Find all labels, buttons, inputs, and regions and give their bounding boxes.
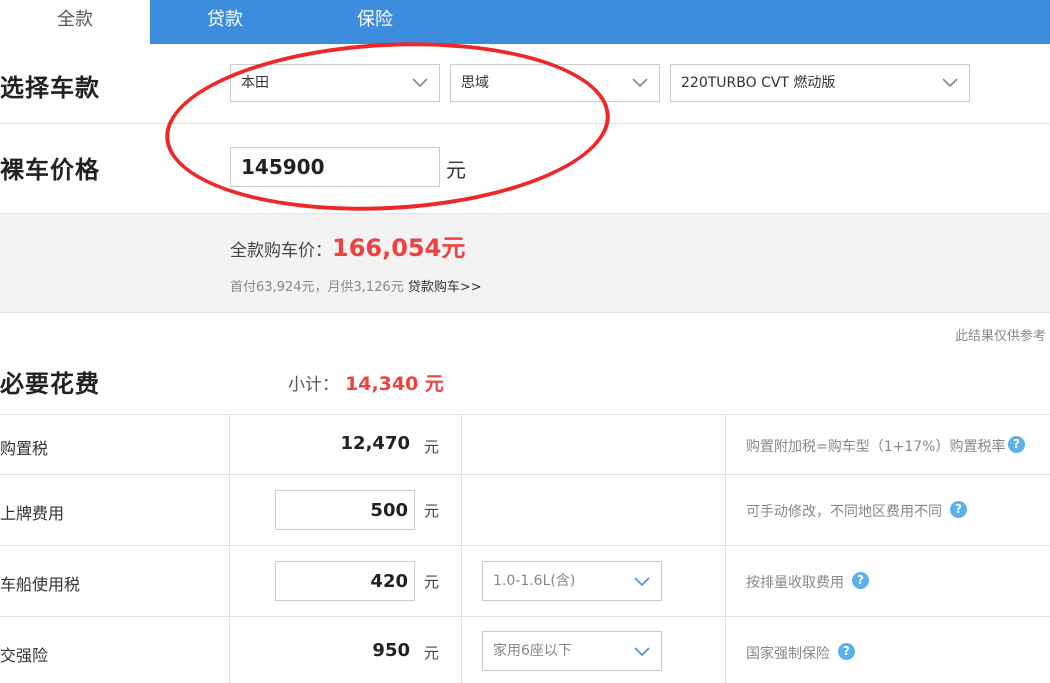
loan-link[interactable]: 贷款购车>> [408,280,482,295]
purchase-tax-unit: 元 [424,438,440,456]
vehicle-tax-input[interactable] [275,561,415,601]
total-price-label: 全款购车价： [230,241,332,261]
select-car-label: 选择车款 [0,74,100,102]
purchase-tax-amount: 12,470 [340,433,410,454]
required-expenses-label: 必要花费 [0,370,100,398]
annotation-circle [160,31,615,222]
seat-type-select[interactable]: 家用6座以下 [482,631,662,671]
compulsory-insurance-note: 国家强制保险 [746,646,830,662]
help-icon[interactable]: ? [852,572,869,589]
compulsory-insurance-label: 交强险 [0,646,49,665]
license-fee-unit: 元 [424,502,440,520]
help-icon[interactable]: ? [1008,436,1025,453]
column-divider [461,414,462,683]
chevron-down-icon [634,577,650,587]
purchase-tax-label: 购置税 [0,439,49,458]
row-divider [0,474,1050,475]
compulsory-insurance-amount: 950 [372,640,410,661]
subtotal: 小计： 14,340 元 [288,369,444,396]
vehicle-tax-label: 车船使用税 [0,575,81,594]
tab-full-payment[interactable]: 全款 [0,0,150,44]
column-divider [725,414,726,683]
column-divider [229,414,230,683]
tab-insurance[interactable]: 保险 [300,0,450,44]
compulsory-insurance-unit: 元 [424,644,440,662]
row-divider [0,545,1050,546]
disclaimer: 此结果仅供参考 [954,329,1046,344]
license-fee-label: 上牌费用 [0,504,65,523]
vehicle-tax-note: 按排量收取费用 [746,575,844,591]
displacement-select[interactable]: 1.0-1.6L(含) [482,561,662,601]
purchase-tax-note: 购置附加税=购车型（1+17%）购置税率 [746,439,1006,455]
subtotal-value: 14,340 元 [345,373,444,395]
seat-type-select-value: 家用6座以下 [493,643,572,659]
model-select[interactable]: 220TURBO CVT 燃动版 [670,64,970,102]
displacement-select-value: 1.0-1.6L(含) [493,573,576,589]
model-select-value: 220TURBO CVT 燃动版 [681,75,836,91]
car-price-label: 裸车价格 [0,156,100,184]
license-fee-note: 可手动修改，不同地区费用不同 [746,504,942,520]
chevron-down-icon [942,78,958,88]
chevron-down-icon [632,78,648,88]
help-icon[interactable]: ? [838,643,855,660]
chevron-down-icon [634,647,650,657]
row-divider [0,616,1050,617]
vehicle-tax-unit: 元 [424,573,440,591]
total-price: 全款购车价：166,054元 [230,233,465,266]
help-icon[interactable]: ? [950,501,967,518]
total-price-value: 166,054元 [332,234,466,262]
row-divider [0,414,1050,415]
license-fee-input[interactable] [275,490,415,530]
payment-detail: 首付63,924元，月供3,126元 贷款购车>> [230,276,482,295]
payment-detail-text: 首付63,924元，月供3,126元 [230,280,404,295]
subtotal-label: 小计： [288,375,339,395]
tab-loan[interactable]: 贷款 [150,0,300,44]
summary-panel [0,213,1050,313]
